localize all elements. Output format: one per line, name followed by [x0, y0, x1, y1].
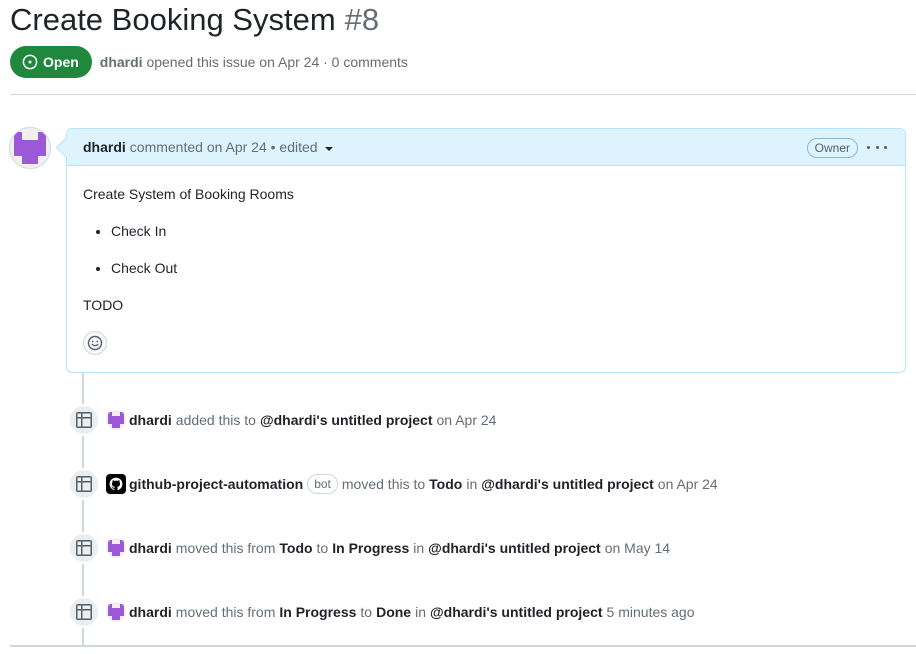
event-time[interactable]: 5 minutes ago	[607, 604, 695, 620]
actor-avatar[interactable]	[106, 410, 126, 430]
event-badge	[68, 532, 100, 564]
bot-badge: bot	[307, 474, 338, 494]
timeline-event-moved-in-progress: dhardi moved this from Todo to In Progre…	[68, 532, 670, 564]
event-text: to	[316, 540, 329, 556]
edited-dropdown-caret-icon[interactable]	[324, 146, 333, 151]
project-link[interactable]: @dhardi's untitled project	[428, 540, 601, 556]
project-link[interactable]: @dhardi's untitled project	[481, 476, 654, 492]
table-project-icon	[76, 540, 92, 556]
add-reaction-button[interactable]	[83, 331, 107, 355]
comment-author-link[interactable]: dhardi	[83, 139, 126, 155]
comment-body-outro: TODO	[83, 297, 124, 313]
event-actor-link[interactable]: github-project-automation	[129, 476, 303, 492]
table-project-icon	[76, 604, 92, 620]
issue-meta: Open dhardi opened this issue on Apr 24 …	[10, 46, 408, 78]
issue-opened-icon	[22, 54, 38, 70]
event-badge	[68, 404, 100, 436]
event-text: moved this from	[175, 540, 276, 556]
comment-body-intro: Create System of Booking Rooms	[83, 186, 294, 202]
event-actor-link[interactable]: dhardi	[129, 540, 172, 556]
issue-title-row: Create Booking System #8	[10, 2, 379, 40]
bot-avatar[interactable]	[106, 474, 126, 494]
issue-title: Create Booking System	[10, 2, 336, 37]
project-link[interactable]: @dhardi's untitled project	[430, 604, 603, 620]
timeline-event-moved-todo: github-project-automation bot moved this…	[68, 468, 718, 500]
event-text: in	[413, 540, 425, 556]
event-actor-link[interactable]: dhardi	[129, 604, 172, 620]
event-text: to	[360, 604, 373, 620]
table-project-icon	[76, 412, 92, 428]
state-label: Open	[43, 54, 79, 70]
table-project-icon	[76, 476, 92, 492]
identicon-avatar	[10, 128, 50, 168]
issue-number: #8	[344, 2, 380, 37]
comment-body-list: Check In Check Out	[83, 221, 889, 278]
event-badge	[68, 596, 100, 628]
issue-meta-text: dhardi opened this issue on Apr 24 · 0 c…	[100, 54, 408, 70]
timeline-end-divider	[10, 645, 916, 647]
issue-author-link[interactable]: dhardi	[100, 54, 143, 70]
issue-opened-text: opened this issue on Apr 24 · 0 comments	[146, 54, 408, 70]
event-text: moved this from	[175, 604, 276, 620]
kebab-horizontal-icon[interactable]	[867, 139, 887, 155]
identicon-avatar	[106, 538, 126, 558]
actor-avatar[interactable]	[106, 538, 126, 558]
column-name: In Progress	[279, 604, 357, 620]
list-item: Check Out	[111, 258, 889, 278]
project-link[interactable]: @dhardi's untitled project	[260, 412, 433, 428]
list-item: Check In	[111, 221, 889, 241]
comment-box: dhardi commented on Apr 24 • edited Owne…	[66, 128, 906, 373]
column-name: Done	[376, 604, 412, 620]
event-text: added this to	[175, 412, 256, 428]
timeline-event-moved-done: dhardi moved this from In Progress to Do…	[68, 596, 695, 628]
event-text: in	[415, 604, 426, 620]
event-time[interactable]: on Apr 24	[437, 412, 497, 428]
comment-meta[interactable]: commented on Apr 24 • edited	[130, 139, 318, 155]
state-badge: Open	[10, 46, 92, 78]
column-name: Todo	[279, 540, 313, 556]
identicon-avatar	[106, 602, 126, 622]
event-text: in	[466, 476, 478, 492]
column-name: In Progress	[332, 540, 410, 556]
identicon-avatar	[106, 410, 126, 430]
event-text: moved this to	[341, 476, 426, 492]
github-logo-icon	[106, 474, 126, 494]
event-badge	[68, 468, 100, 500]
owner-badge: Owner	[806, 138, 858, 158]
event-actor-link[interactable]: dhardi	[129, 412, 172, 428]
smiley-icon	[87, 335, 103, 351]
comment-header: dhardi commented on Apr 24 • edited Owne…	[67, 129, 905, 166]
event-time[interactable]: on May 14	[605, 540, 670, 556]
comment-body: Create System of Booking Rooms Check In …	[67, 166, 905, 315]
actor-avatar[interactable]	[106, 602, 126, 622]
comment-author-avatar[interactable]	[9, 127, 51, 169]
timeline-event-added: dhardi added this to @dhardi's untitled …	[68, 404, 496, 436]
column-name: Todo	[429, 476, 463, 492]
header-divider	[10, 94, 916, 95]
event-time[interactable]: on Apr 24	[658, 476, 718, 492]
